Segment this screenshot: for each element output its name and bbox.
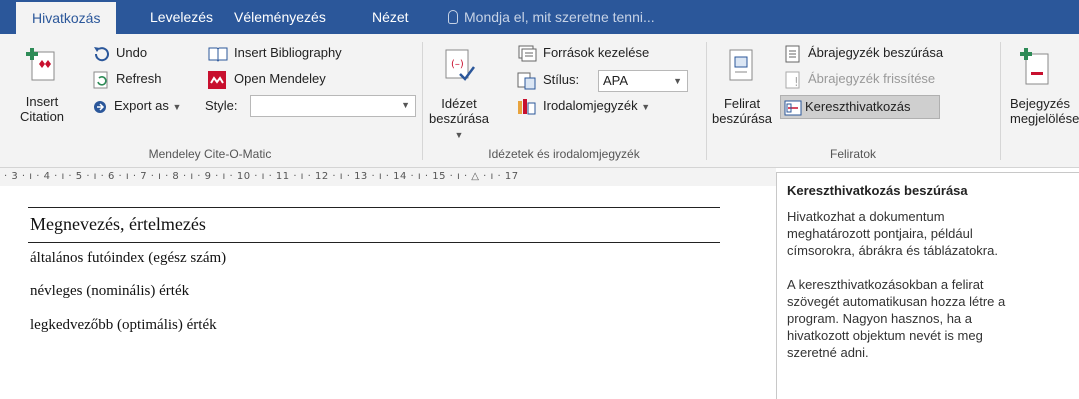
- chevron-down-icon: ▼: [401, 100, 410, 110]
- cross-reference-tooltip: Kereszthivatkozás beszúrása Hivatkozhat …: [776, 172, 1079, 399]
- group-label-citations: Idézetek és irodalomjegyzék: [488, 147, 640, 161]
- insert-citation-icon: [26, 48, 55, 81]
- lightbulb-icon: [448, 10, 458, 24]
- tab-mailings[interactable]: Levelezés: [150, 0, 213, 34]
- table-row[interactable]: általános futóindex (egész szám): [30, 250, 226, 267]
- chevron-down-icon: ▼: [673, 76, 682, 86]
- open-mendeley-button[interactable]: Open Mendeley: [208, 70, 348, 90]
- table-row[interactable]: névleges (nominális) érték: [30, 283, 189, 300]
- bibliography-book-icon: [208, 47, 228, 62]
- insert-caption-button[interactable]: Felirat beszúrása: [712, 44, 772, 144]
- svg-text:!: !: [794, 75, 799, 89]
- bibliography-label: Irodalomjegyzék ▼: [543, 98, 651, 113]
- undo-button[interactable]: Undo: [92, 44, 162, 64]
- insert-table-of-figures-button[interactable]: Ábrajegyzék beszúrása: [784, 44, 984, 64]
- export-icon: [94, 101, 106, 113]
- refresh-button[interactable]: Refresh: [92, 70, 182, 90]
- style-select[interactable]: ▼: [250, 95, 416, 117]
- table-of-figures-icon: [785, 45, 800, 63]
- tooltip-title: Kereszthivatkozás beszúrása: [787, 183, 968, 198]
- manage-sources-button[interactable]: Források kezelése: [517, 44, 687, 64]
- manage-sources-label: Források kezelése: [543, 45, 650, 60]
- insert-caption-label: Felirat beszúrása: [712, 96, 772, 126]
- citation-style-label: Stílus:: [543, 72, 580, 87]
- table-row[interactable]: legkedvezőbb (optimális) érték: [30, 317, 217, 334]
- undo-icon: [94, 47, 109, 62]
- refresh-label: Refresh: [116, 71, 162, 86]
- table-top-border: [28, 207, 720, 208]
- svg-text:(–): (–): [451, 59, 464, 70]
- insert-citation-button[interactable]: Insert Citation: [20, 42, 64, 142]
- cross-reference-icon: [784, 100, 802, 116]
- update-table-icon: !: [785, 71, 800, 89]
- tab-review[interactable]: Véleményezés: [234, 0, 326, 34]
- undo-label: Undo: [116, 45, 148, 60]
- group-divider: [706, 42, 707, 160]
- export-as-label: Export as ▼: [114, 98, 182, 113]
- insert-caption-icon: [729, 49, 753, 81]
- citation-style-value: APA: [603, 73, 629, 88]
- cross-reference-label: Kereszthivatkozás: [805, 99, 911, 114]
- table-header-border: [28, 242, 720, 243]
- table-header[interactable]: Megnevezés, értelmezés: [30, 214, 206, 235]
- tab-view[interactable]: Nézet: [372, 0, 409, 34]
- mark-entry-button[interactable]: Bejegyzés megjelölése: [1008, 44, 1079, 144]
- style-list-icon: [517, 72, 536, 90]
- export-as-button[interactable]: Export as ▼: [92, 97, 202, 117]
- refresh-icon: [93, 71, 108, 89]
- tooltip-paragraph-1: Hivatkozhat a dokumentum meghatározott p…: [787, 209, 998, 258]
- update-table-label: Ábrajegyzék frissítése: [808, 71, 936, 86]
- ribbon: Insert Citation Undo Refresh Export as ▼ …: [0, 34, 1079, 168]
- mark-entry-icon: [1020, 48, 1049, 85]
- update-table-button: ! Ábrajegyzék frissítése: [784, 70, 984, 90]
- open-mendeley-label: Open Mendeley: [234, 71, 326, 86]
- group-divider: [422, 42, 423, 160]
- citation-insert-icon: (–): [445, 49, 475, 81]
- mendeley-logo-icon: [208, 71, 226, 89]
- insert-bibliography-label: Insert Bibliography: [234, 45, 342, 60]
- group-label-mendeley: Mendeley Cite-O-Matic: [148, 147, 272, 161]
- ribbon-tab-bar: Hivatkozás Levelezés Véleményezés Nézet …: [0, 0, 1079, 36]
- insert-table-of-figures-label: Ábrajegyzék beszúrása: [808, 45, 944, 60]
- style-label: Style:: [205, 98, 238, 113]
- insert-bibliography-button[interactable]: Insert Bibliography: [208, 44, 378, 64]
- group-label-captions: Feliratok: [829, 147, 876, 161]
- cross-reference-button[interactable]: Kereszthivatkozás: [780, 95, 940, 119]
- bibliography-icon: [518, 99, 536, 115]
- group-divider: [1000, 42, 1001, 160]
- insert-citation-word-label: Idézet beszúrása ▼: [429, 96, 489, 140]
- tell-me-text: Mondja el, mit szeretne tenni...: [464, 9, 655, 25]
- tooltip-paragraph-2: A kereszthivatkozásokban a felirat szöve…: [787, 277, 1006, 360]
- tell-me-box[interactable]: Mondja el, mit szeretne tenni...: [448, 0, 655, 34]
- mark-entry-label: Bejegyzés megjelölése: [1010, 96, 1079, 126]
- tab-references[interactable]: Hivatkozás: [16, 2, 117, 36]
- insert-citation-label: Insert Citation: [19, 94, 65, 124]
- manage-sources-icon: [518, 45, 537, 62]
- horizontal-ruler[interactable]: · 3 · ı · 4 · ı · 5 · ı · 6 · ı · 7 · ı …: [0, 168, 776, 186]
- bibliography-button[interactable]: Irodalomjegyzék ▼: [517, 97, 687, 117]
- insert-citation-word-button[interactable]: (–) Idézet beszúrása ▼: [428, 44, 490, 144]
- dropdown-caret-icon: ▼: [172, 102, 182, 112]
- document-page: Megnevezés, értelmezés általános futóind…: [0, 186, 776, 399]
- citation-style-select[interactable]: APA ▼: [598, 70, 688, 92]
